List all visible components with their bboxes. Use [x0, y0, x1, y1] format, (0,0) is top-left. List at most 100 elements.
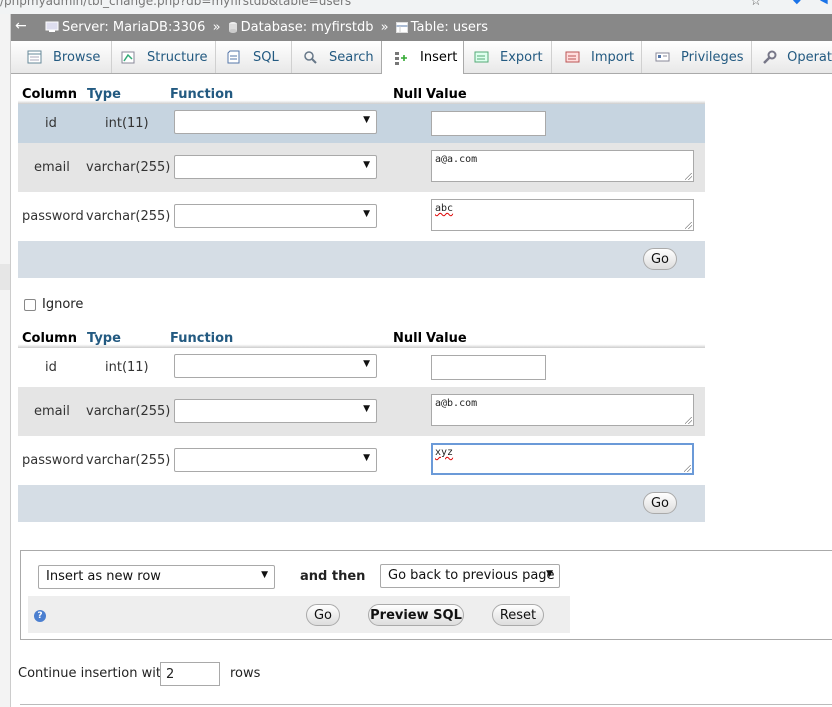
tab-sql[interactable]: SQL: [215, 41, 292, 73]
import-icon: [565, 51, 580, 63]
extension-icon-2[interactable]: ◀: [820, 0, 828, 6]
breadcrumb-separator: »: [212, 20, 221, 35]
chevron-down-icon: ▼: [261, 570, 268, 580]
browser-url-bar[interactable]: /phpmyadmin/tbl_change.php?db=myfirstdb&…: [0, 0, 832, 14]
rows-label: rows: [230, 666, 261, 681]
tab-operations[interactable]: Operat: [751, 41, 832, 73]
tab-label: Search: [329, 49, 374, 65]
resize-handle-icon[interactable]: [685, 417, 692, 424]
insert-table-header: Column Type Function Null Value: [18, 330, 705, 348]
table-row: id int(11) ▼: [18, 104, 705, 143]
after-insert-select[interactable]: Go back to previous page ▼: [380, 564, 560, 588]
table-row: email varchar(255) ▼ a@b.com: [18, 387, 705, 436]
insert-table-header: Column Type Function Null Value: [18, 86, 705, 104]
tab-structure[interactable]: Structure: [111, 41, 216, 73]
tab-export[interactable]: Export: [462, 41, 552, 73]
chevron-down-icon: ▼: [363, 453, 370, 463]
extension-icon[interactable]: ◆: [793, 0, 801, 6]
help-icon[interactable]: ?: [34, 610, 46, 622]
breadcrumb-table[interactable]: Table: users: [411, 20, 488, 35]
tab-label: Import: [591, 49, 635, 65]
operations-icon: [763, 50, 777, 64]
value-input[interactable]: [431, 111, 546, 136]
ignore-label[interactable]: Ignore: [42, 297, 83, 312]
type-header[interactable]: Type: [87, 87, 121, 102]
column-type: varchar(255): [86, 160, 171, 175]
value-textarea[interactable]: xyz: [431, 443, 694, 475]
column-type: int(11): [105, 360, 149, 375]
value-input[interactable]: [431, 355, 546, 380]
ignore-checkbox[interactable]: [24, 299, 36, 311]
tab-insert[interactable]: Insert: [381, 41, 464, 74]
value-textarea[interactable]: a@b.com: [431, 394, 694, 426]
type-header[interactable]: Type: [87, 331, 121, 346]
tab-label: Browse: [53, 49, 101, 65]
insert-rows-count-input[interactable]: 2: [160, 662, 220, 686]
column-type: int(11): [105, 116, 149, 131]
breadcrumb-server[interactable]: Server: MariaDB:3306: [62, 20, 205, 35]
go-button[interactable]: Go: [643, 248, 677, 270]
function-header[interactable]: Function: [170, 331, 233, 346]
database-icon: [228, 22, 237, 33]
preview-sql-button[interactable]: Preview SQL: [368, 604, 464, 626]
column-type: varchar(255): [86, 404, 171, 419]
navigation-panel-edge[interactable]: [0, 14, 11, 707]
tab-label: Structure: [147, 49, 208, 65]
resize-handle-icon[interactable]: [684, 465, 691, 472]
resize-handle-icon[interactable]: [685, 173, 692, 180]
panel-collapse-handle[interactable]: [0, 264, 10, 290]
column-name: password: [22, 453, 84, 468]
null-header: Null: [393, 87, 423, 102]
value-header: Value: [426, 331, 467, 346]
chevron-down-icon: ▼: [546, 569, 553, 579]
back-arrow-icon[interactable]: ←: [15, 18, 27, 34]
column-type: varchar(255): [86, 453, 171, 468]
tab-search[interactable]: Search: [291, 41, 382, 73]
form-footer: Go: [18, 241, 705, 278]
insert-mode-select[interactable]: Insert as new row ▼: [38, 565, 275, 589]
function-header[interactable]: Function: [170, 87, 233, 102]
go-button[interactable]: Go: [306, 604, 340, 626]
resize-handle-icon[interactable]: [685, 222, 692, 229]
tab-import[interactable]: Import: [551, 41, 642, 73]
null-header: Null: [393, 331, 423, 346]
go-button[interactable]: Go: [643, 492, 677, 514]
function-select[interactable]: ▼: [174, 448, 377, 472]
chevron-down-icon: ▼: [363, 160, 370, 170]
column-name: password: [22, 209, 84, 224]
table-row: id int(11) ▼: [18, 348, 705, 387]
insert-icon: [395, 51, 407, 65]
column-header: Column: [22, 331, 77, 346]
column-header: Column: [22, 87, 77, 102]
tab-label: Operat: [787, 49, 832, 65]
column-name: email: [34, 160, 70, 175]
breadcrumb: ← Server: MariaDB:3306 » Database: myfir…: [11, 14, 832, 42]
tab-label: Insert: [420, 50, 458, 65]
chevron-down-icon: ▼: [363, 359, 370, 369]
browse-icon: [27, 50, 42, 64]
continue-insertion: Continue insertion with: [18, 666, 169, 681]
reset-button[interactable]: Reset: [492, 604, 544, 626]
value-textarea[interactable]: abc: [431, 199, 694, 231]
tab-privileges[interactable]: Privileges: [641, 41, 752, 73]
column-type: varchar(255): [86, 209, 171, 224]
chevron-down-icon: ▼: [363, 209, 370, 219]
function-select[interactable]: ▼: [174, 204, 377, 228]
function-select[interactable]: ▼: [174, 399, 377, 423]
value-textarea[interactable]: a@a.com: [431, 150, 694, 182]
bookmark-star-icon[interactable]: ☆: [750, 0, 762, 9]
tab-browse[interactable]: Browse: [11, 41, 112, 73]
function-select[interactable]: ▼: [174, 155, 377, 179]
column-name: id: [45, 360, 57, 375]
breadcrumb-database[interactable]: Database: myfirstdb: [241, 20, 374, 35]
form-footer: Go: [18, 485, 705, 522]
function-select[interactable]: ▼: [174, 354, 377, 378]
table-row: email varchar(255) ▼ a@a.com: [18, 143, 705, 192]
sql-icon: [227, 50, 240, 64]
value-header: Value: [426, 87, 467, 102]
chevron-down-icon: ▼: [363, 404, 370, 414]
continue-prefix: Continue insertion with: [18, 666, 170, 681]
search-icon: [304, 51, 317, 64]
insert-actions-panel: Insert as new row ▼ and then Go back to p…: [20, 550, 832, 640]
function-select[interactable]: ▼: [174, 110, 377, 134]
